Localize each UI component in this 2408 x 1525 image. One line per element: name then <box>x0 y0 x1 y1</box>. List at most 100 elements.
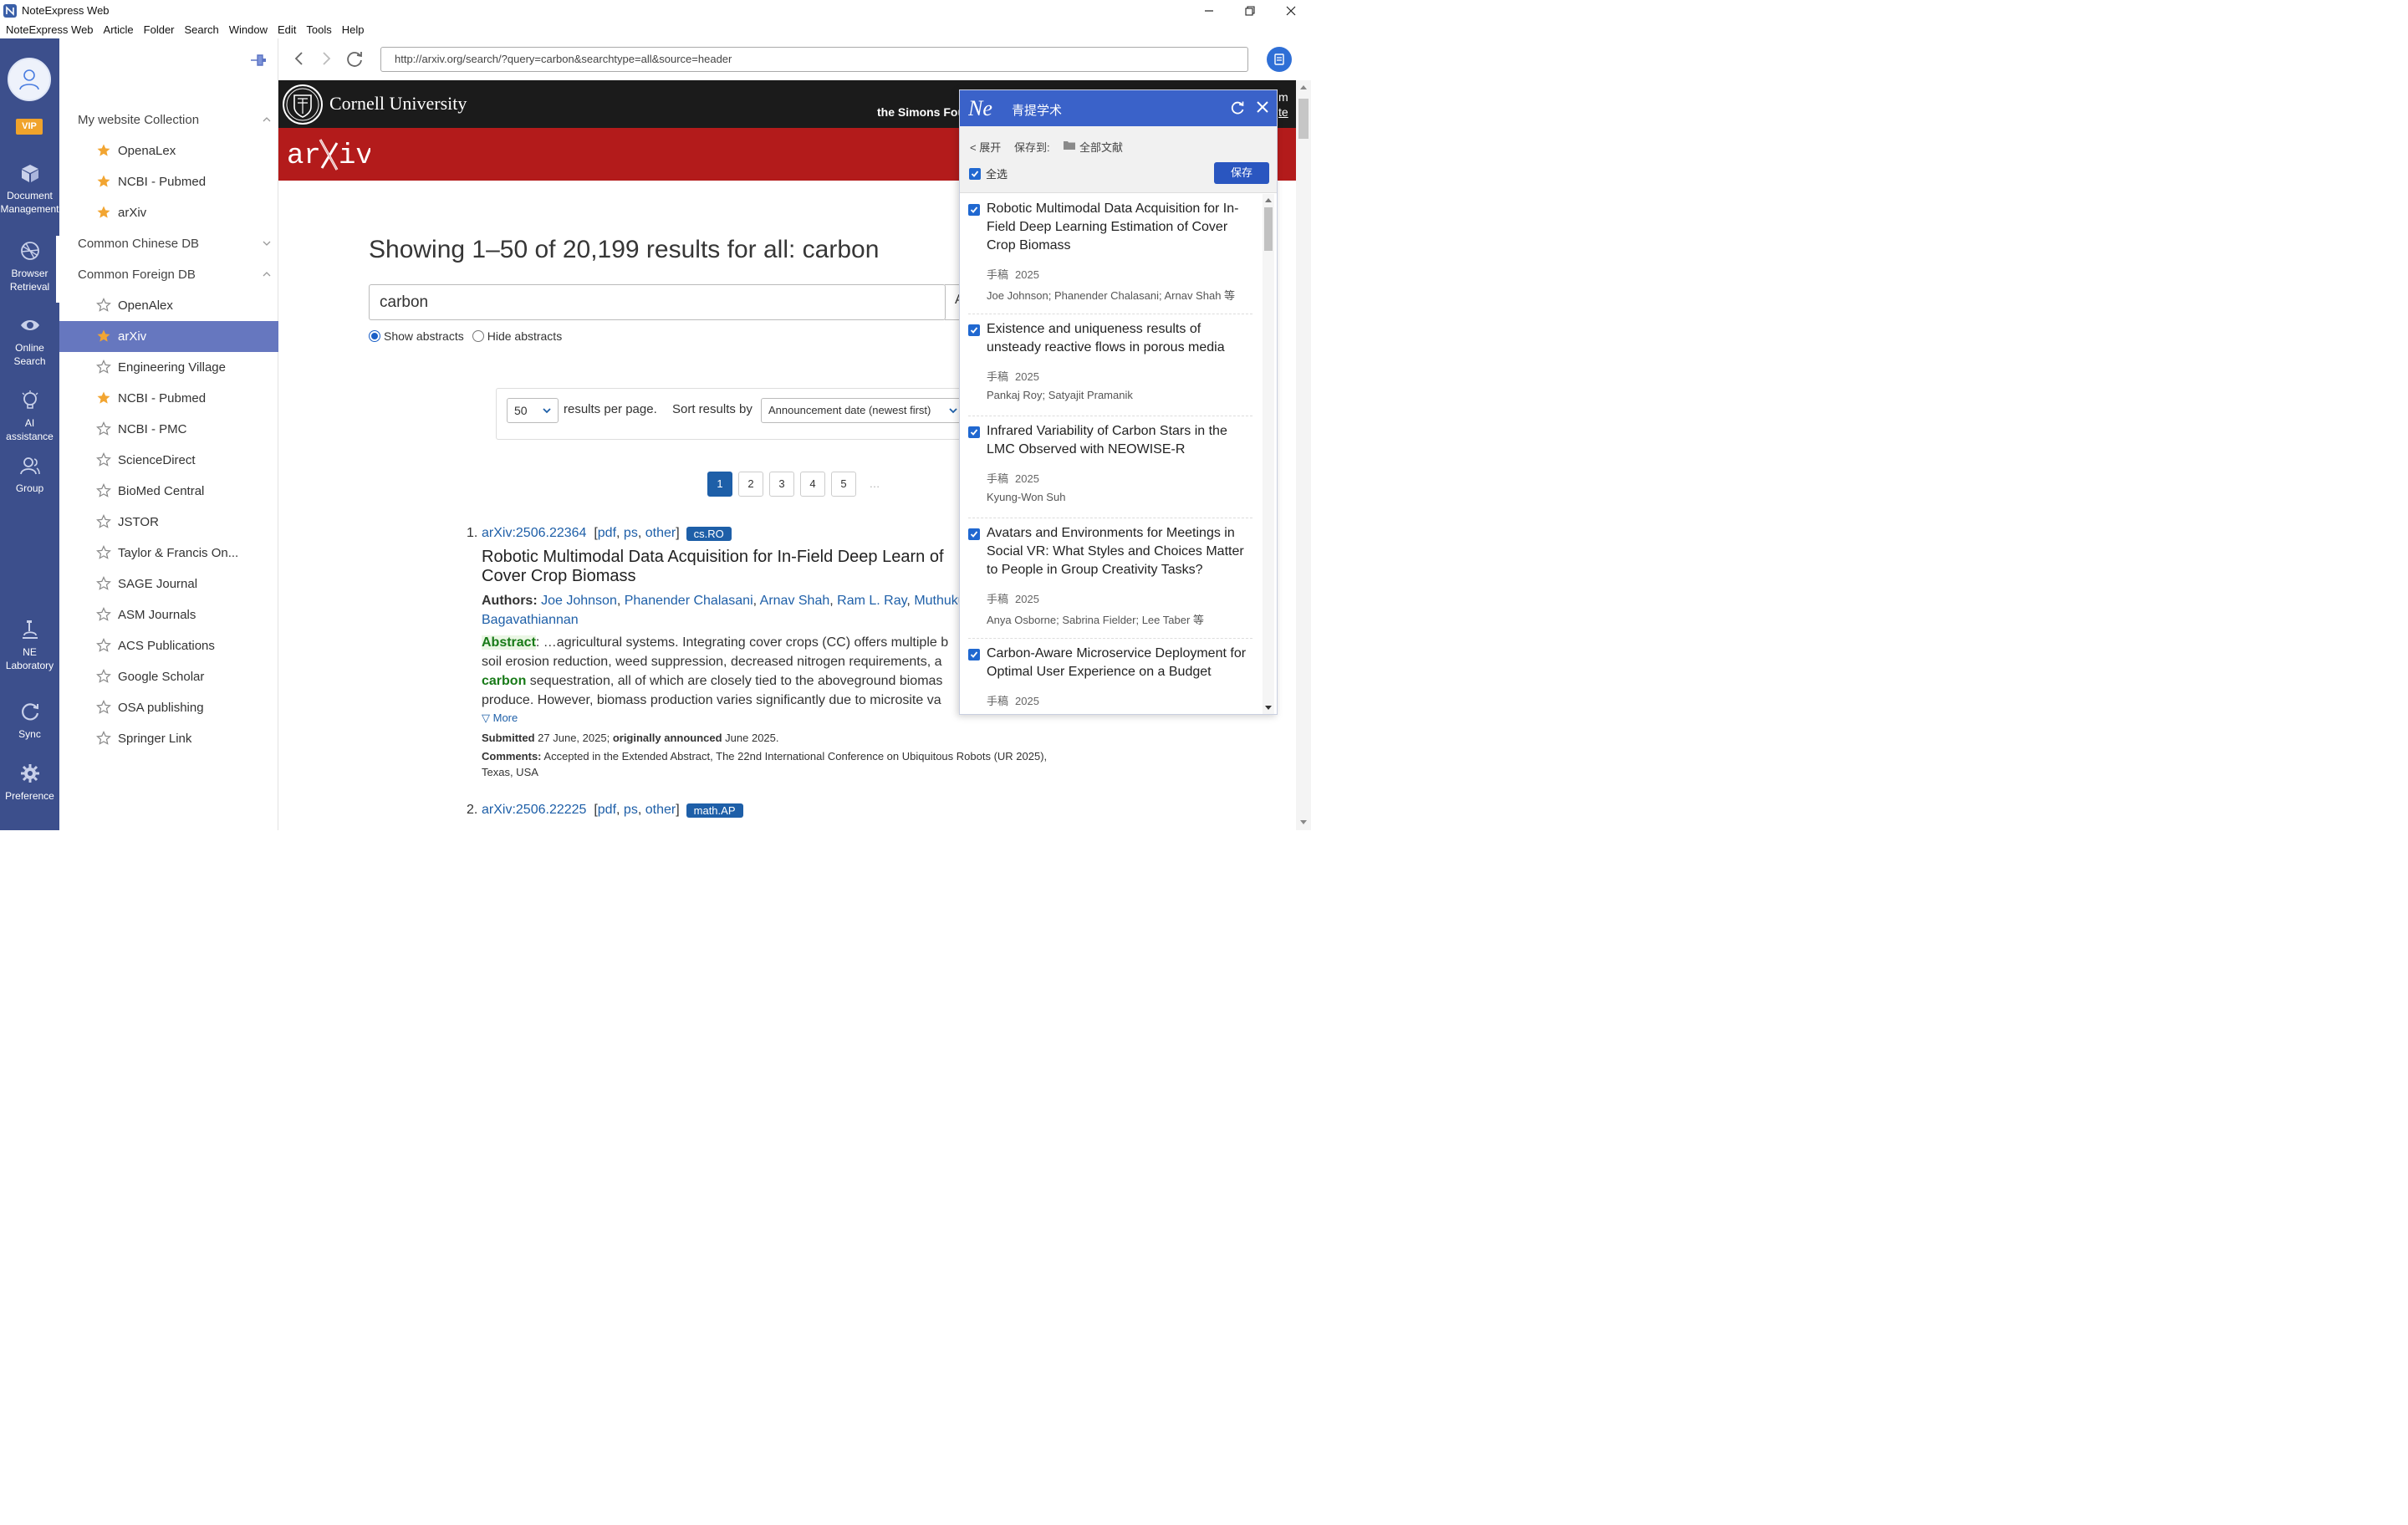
menu-tools[interactable]: Tools <box>301 23 336 36</box>
db-item[interactable]: arXiv <box>59 197 278 228</box>
scroll-thumb[interactable] <box>1298 99 1309 139</box>
scroll-down-icon[interactable] <box>1265 706 1272 711</box>
result-arxiv-id-link[interactable]: arXiv:2506.22364 <box>482 526 586 541</box>
edge-link[interactable]: te <box>1278 105 1288 119</box>
cornell-wordmark[interactable]: Cornell University <box>329 93 467 115</box>
back-button[interactable] <box>290 49 309 68</box>
result-ps-link[interactable]: ps <box>624 526 638 541</box>
ne-result-item[interactable]: Avatars and Environments for Meetings in… <box>968 518 1252 639</box>
group-my-website-collection[interactable]: My website Collection <box>59 105 278 135</box>
result-pdf-link[interactable]: pdf <box>598 526 616 541</box>
db-item[interactable]: OpenAlex <box>59 290 278 321</box>
noteexpress-extension-button[interactable] <box>1267 47 1292 72</box>
user-avatar[interactable] <box>8 58 51 101</box>
star-outline-icon[interactable] <box>96 421 111 436</box>
author-link[interactable]: Muthuku <box>914 594 965 608</box>
scroll-up-icon[interactable] <box>1265 197 1272 202</box>
sort-select[interactable]: Announcement date (newest first) <box>761 398 962 423</box>
page-2-button[interactable]: 2 <box>738 472 763 497</box>
star-outline-icon[interactable] <box>96 514 111 529</box>
category-tag[interactable]: math.AP <box>686 803 743 818</box>
show-abstracts-radio[interactable] <box>369 330 380 342</box>
close-icon[interactable] <box>1255 99 1270 115</box>
rail-sync[interactable]: Sync <box>0 701 59 741</box>
menu-edit[interactable]: Edit <box>273 23 301 36</box>
rail-ne-laboratory[interactable]: NE Laboratory <box>0 619 59 672</box>
select-all-checkbox[interactable]: 全选 <box>969 166 1008 181</box>
db-item[interactable]: ASM Journals <box>59 599 278 630</box>
search-input[interactable]: carbon <box>369 284 946 320</box>
ne-result-item[interactable]: Infrared Variability of Carbon Stars in … <box>968 416 1252 518</box>
rail-ai-assistance[interactable]: AI assistance <box>0 390 59 443</box>
star-outline-icon[interactable] <box>96 638 111 653</box>
url-bar[interactable]: http://arxiv.org/search/?query=carbon&se… <box>380 47 1248 72</box>
star-filled-icon[interactable] <box>96 174 111 189</box>
ne-result-item[interactable]: Robotic Multimodal Data Acquisition for … <box>968 194 1252 314</box>
db-item[interactable]: Taylor & Francis On... <box>59 538 278 569</box>
db-item[interactable]: Google Scholar <box>59 661 278 692</box>
page-1-button[interactable]: 1 <box>707 472 732 497</box>
star-outline-icon[interactable] <box>96 731 111 746</box>
db-item[interactable]: JSTOR <box>59 507 278 538</box>
star-filled-icon[interactable] <box>96 205 111 220</box>
db-item[interactable]: OpenaLex <box>59 135 278 166</box>
result-pdf-link[interactable]: pdf <box>598 803 616 818</box>
db-item[interactable]: BioMed Central <box>59 476 278 507</box>
star-outline-icon[interactable] <box>96 545 111 560</box>
result-arxiv-id-link[interactable]: arXiv:2506.22225 <box>482 803 586 818</box>
star-outline-icon[interactable] <box>96 700 111 715</box>
rail-online-search[interactable]: Online Search <box>0 314 59 368</box>
item-checkbox[interactable] <box>968 528 980 540</box>
page-scrollbar[interactable] <box>1296 80 1311 830</box>
star-filled-icon[interactable] <box>96 143 111 158</box>
item-checkbox[interactable] <box>968 324 980 336</box>
author-link[interactable]: Bagavathiannan <box>482 613 579 627</box>
db-item[interactable]: arXiv <box>59 321 278 352</box>
forward-button[interactable] <box>317 49 335 68</box>
per-page-select[interactable]: 50 <box>507 398 559 423</box>
target-folder[interactable]: 全部文献 <box>1079 139 1123 155</box>
scroll-down-icon[interactable] <box>1299 819 1308 826</box>
db-item[interactable]: SAGE Journal <box>59 569 278 599</box>
item-checkbox[interactable] <box>968 426 980 438</box>
db-item[interactable]: ACS Publications <box>59 630 278 661</box>
star-outline-icon[interactable] <box>96 360 111 375</box>
rail-browser-retrieval[interactable]: Browser Retrieval <box>0 240 59 293</box>
db-item[interactable]: ScienceDirect <box>59 445 278 476</box>
page-4-button[interactable]: 4 <box>800 472 825 497</box>
author-link[interactable]: Arnav Shah <box>760 594 830 608</box>
ne-result-item[interactable]: Carbon-Aware Microservice Deployment for… <box>968 639 1252 714</box>
cornell-seal-icon[interactable] <box>282 84 324 125</box>
reload-button[interactable] <box>345 49 364 68</box>
item-checkbox[interactable] <box>968 649 980 660</box>
item-checkbox[interactable] <box>968 204 980 216</box>
star-filled-icon[interactable] <box>96 329 111 344</box>
menu-article[interactable]: Article <box>99 23 139 36</box>
author-link[interactable]: Phanender Chalasani <box>625 594 753 608</box>
db-item[interactable]: Springer Link <box>59 723 278 754</box>
category-tag[interactable]: cs.RO <box>686 526 732 541</box>
star-outline-icon[interactable] <box>96 452 111 467</box>
result-ps-link[interactable]: ps <box>624 803 638 818</box>
minimize-button[interactable] <box>1188 0 1229 21</box>
db-item[interactable]: NCBI - Pubmed <box>59 383 278 414</box>
result-other-link[interactable]: other <box>645 526 676 541</box>
menu-help[interactable]: Help <box>337 23 370 36</box>
close-window-button[interactable] <box>1270 0 1311 21</box>
db-item[interactable]: NCBI - Pubmed <box>59 166 278 197</box>
db-item[interactable]: OSA publishing <box>59 692 278 723</box>
star-filled-icon[interactable] <box>96 390 111 405</box>
group-common-chinese-db[interactable]: Common Chinese DB <box>59 228 278 259</box>
refresh-icon[interactable] <box>1230 100 1245 115</box>
author-link[interactable]: Ram L. Ray <box>837 594 906 608</box>
group-common-foreign-db[interactable]: Common Foreign DB <box>59 259 278 290</box>
hide-abstracts-label[interactable]: Hide abstracts <box>487 329 562 343</box>
star-outline-icon[interactable] <box>96 576 111 591</box>
author-link[interactable]: Joe Johnson <box>541 594 617 608</box>
rail-preference[interactable]: Preference <box>0 762 59 803</box>
arxiv-logo[interactable]: ar iv <box>287 135 370 173</box>
db-item[interactable]: Engineering Village <box>59 352 278 383</box>
menu-search[interactable]: Search <box>180 23 224 36</box>
hide-abstracts-radio[interactable] <box>472 330 484 342</box>
star-outline-icon[interactable] <box>96 669 111 684</box>
